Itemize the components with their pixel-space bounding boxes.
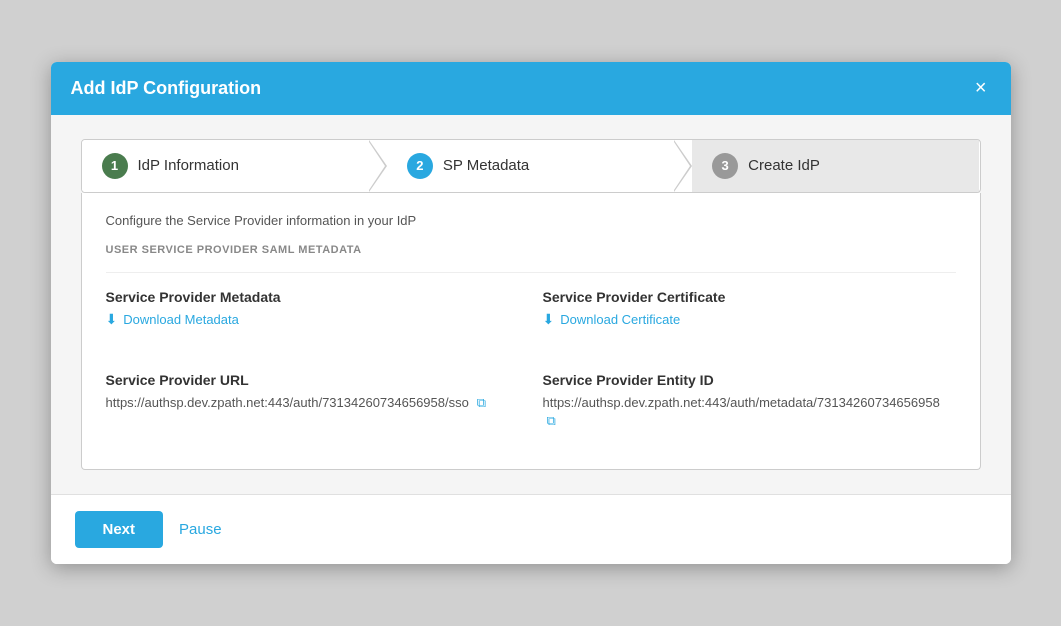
sp-entity-id-group: Service Provider Entity ID https://auths… <box>543 372 956 429</box>
sp-url-value: https://authsp.dev.zpath.net:443/auth/73… <box>106 394 519 412</box>
modal-dialog: Add IdP Configuration × 1 IdP Informatio… <box>51 62 1011 564</box>
sp-entity-id-label: Service Provider Entity ID <box>543 372 956 388</box>
download-metadata-link[interactable]: ⬇ Download Metadata <box>106 311 239 328</box>
step-2[interactable]: 2 SP Metadata <box>387 140 674 192</box>
step-3-label: Create IdP <box>748 157 820 174</box>
step-1-label: IdP Information <box>138 157 239 174</box>
download-certificate-icon: ⬇ <box>543 311 555 328</box>
sp-url-label: Service Provider URL <box>106 372 519 388</box>
content-description: Configure the Service Provider informati… <box>106 213 956 228</box>
step-arrow-1 <box>369 140 387 192</box>
sp-metadata-group: Service Provider Metadata ⬇ Download Met… <box>106 289 519 328</box>
two-col-grid: Service Provider Metadata ⬇ Download Met… <box>106 289 956 449</box>
step-arrow-2-inner <box>674 142 690 190</box>
sp-entity-id-text: https://authsp.dev.zpath.net:443/auth/me… <box>543 395 940 410</box>
step-1-number: 1 <box>102 153 128 179</box>
modal-overlay: Add IdP Configuration × 1 IdP Informatio… <box>0 0 1061 626</box>
download-metadata-text: Download Metadata <box>123 312 239 327</box>
modal-body: 1 IdP Information 2 SP Metadata <box>51 115 1011 494</box>
sp-metadata-label: Service Provider Metadata <box>106 289 519 305</box>
step-3-number: 3 <box>712 153 738 179</box>
sp-entity-id-value: https://authsp.dev.zpath.net:443/auth/me… <box>543 394 956 429</box>
sp-url-group: Service Provider URL https://authsp.dev.… <box>106 372 519 429</box>
sp-url-copy-icon[interactable]: ⧉ <box>477 395 486 411</box>
section-label: USER SERVICE PROVIDER SAML METADATA <box>106 244 956 256</box>
stepper-row: 1 IdP Information 2 SP Metadata <box>82 140 980 192</box>
step-arrow-2 <box>674 140 692 192</box>
step-3[interactable]: 3 Create IdP <box>692 140 979 192</box>
step-arrow-1-inner <box>369 142 385 190</box>
close-button[interactable]: × <box>971 78 991 98</box>
modal-title: Add IdP Configuration <box>71 78 262 99</box>
pause-button[interactable]: Pause <box>179 521 222 538</box>
sp-url-text: https://authsp.dev.zpath.net:443/auth/73… <box>106 395 469 410</box>
stepper: 1 IdP Information 2 SP Metadata <box>81 139 981 193</box>
modal-header: Add IdP Configuration × <box>51 62 1011 115</box>
sp-certificate-label: Service Provider Certificate <box>543 289 956 305</box>
section-divider <box>106 272 956 273</box>
sp-entity-id-copy-icon[interactable]: ⧉ <box>547 413 556 429</box>
step-2-label: SP Metadata <box>443 157 529 174</box>
content-area: Configure the Service Provider informati… <box>81 193 981 470</box>
step-1[interactable]: 1 IdP Information <box>82 140 369 192</box>
download-metadata-icon: ⬇ <box>106 311 118 328</box>
step-2-number: 2 <box>407 153 433 179</box>
next-button[interactable]: Next <box>75 511 164 548</box>
modal-footer: Next Pause <box>51 494 1011 564</box>
sp-certificate-group: Service Provider Certificate ⬇ Download … <box>543 289 956 328</box>
download-certificate-link[interactable]: ⬇ Download Certificate <box>543 311 681 328</box>
download-certificate-text: Download Certificate <box>560 312 680 327</box>
